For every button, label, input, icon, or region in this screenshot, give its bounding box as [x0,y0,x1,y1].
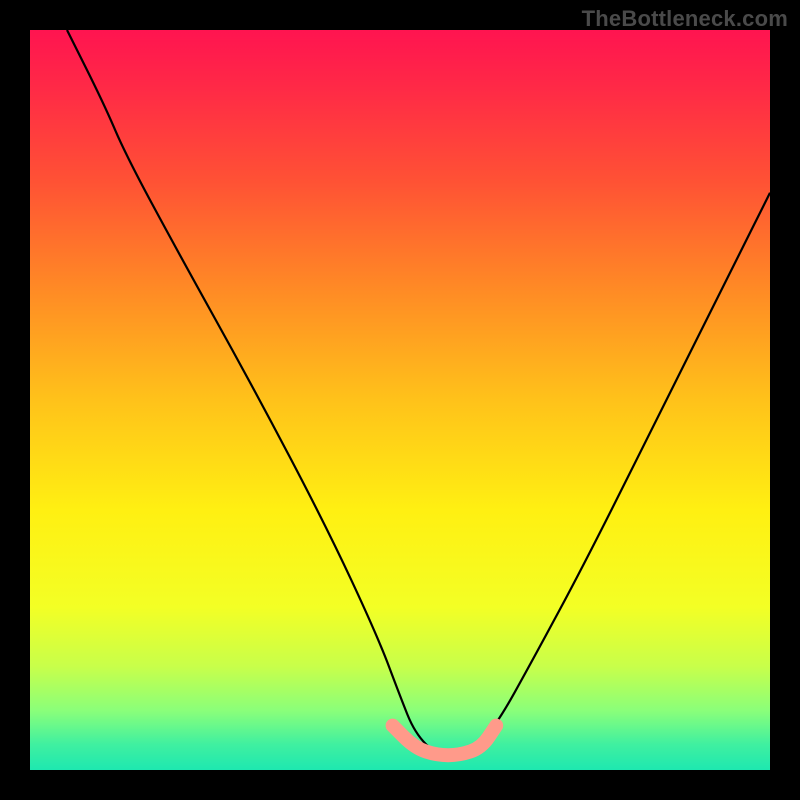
bottleneck-chart [0,0,800,800]
chart-frame: TheBottleneck.com [0,0,800,800]
plot-background [30,30,770,770]
watermark-label: TheBottleneck.com [582,6,788,32]
